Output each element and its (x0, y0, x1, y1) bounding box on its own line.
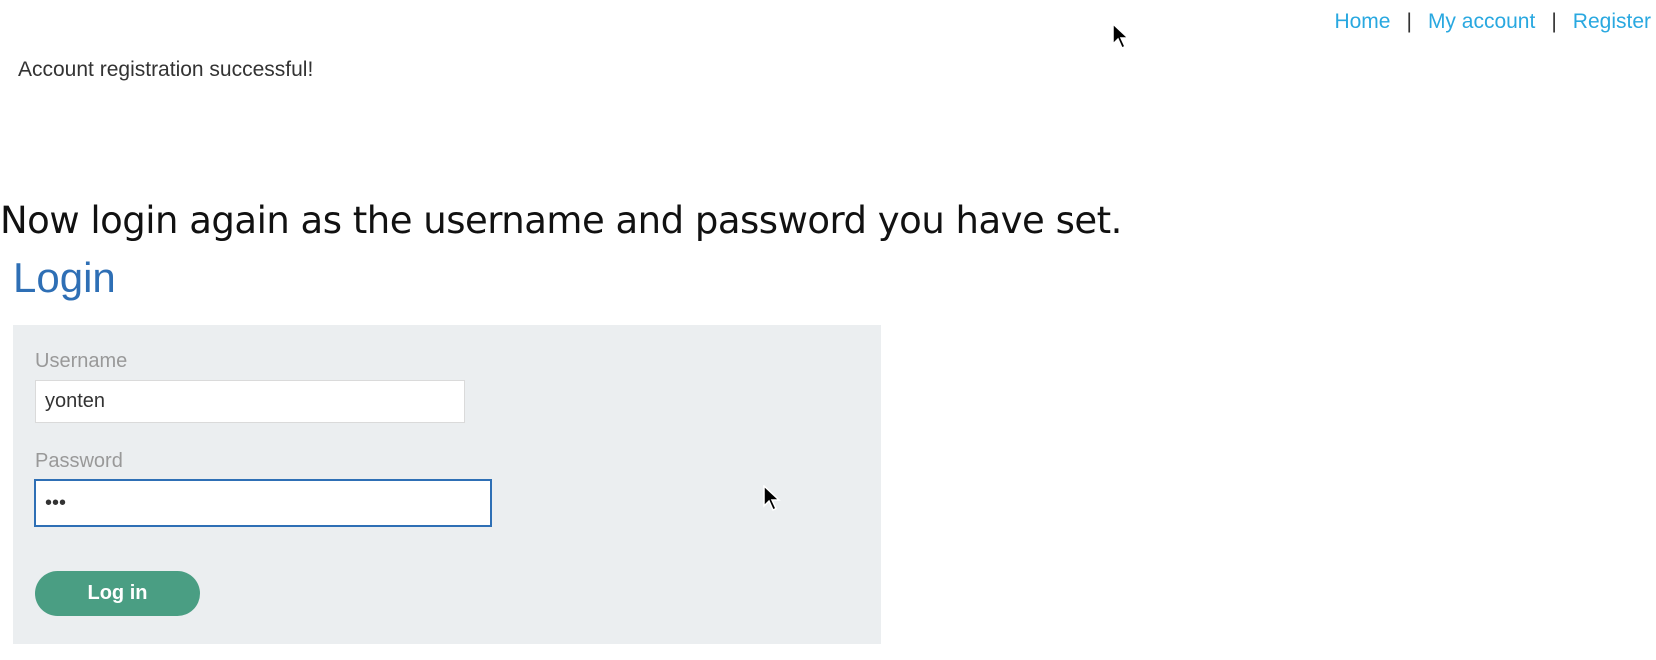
registration-status-message: Account registration successful! (18, 58, 314, 81)
login-form: Username Password Log in (13, 325, 881, 644)
password-label: Password (35, 450, 123, 472)
nav-separator: | (1406, 10, 1412, 33)
nav-link-register[interactable]: Register (1573, 10, 1651, 34)
nav-link-home[interactable]: Home (1334, 10, 1390, 34)
username-label: Username (35, 350, 128, 372)
page: Home | My account | Register Account reg… (0, 0, 1656, 660)
mouse-cursor-icon (763, 485, 781, 512)
login-heading: Login (13, 254, 116, 301)
mouse-cursor-icon (1112, 23, 1130, 50)
password-input[interactable] (34, 479, 492, 527)
nav-separator: | (1551, 10, 1557, 33)
instruction-text: Now login again as the username and pass… (0, 199, 1122, 242)
top-nav: Home | My account | Register (1334, 10, 1651, 34)
nav-link-my-account[interactable]: My account (1428, 10, 1535, 34)
username-input[interactable] (35, 380, 465, 423)
login-button[interactable]: Log in (35, 571, 200, 616)
